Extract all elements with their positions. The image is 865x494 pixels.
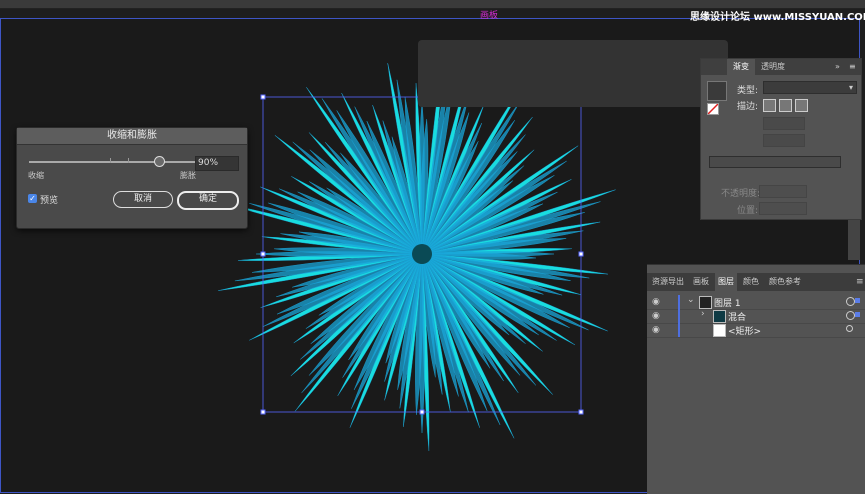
bloat-label: 膨胀 bbox=[180, 171, 196, 180]
target-icon[interactable] bbox=[846, 297, 855, 306]
slider-thumb[interactable] bbox=[153, 156, 165, 167]
position-label: 位置: bbox=[737, 206, 759, 216]
tab-asset-export[interactable]: 资源导出 bbox=[652, 273, 684, 291]
panel-menu-icon[interactable]: ≡ bbox=[849, 59, 856, 75]
opacity-label: 不透明度: bbox=[721, 189, 761, 199]
layers-panel: 资源导出 画板 图层 颜色 颜色参考 ≡ ◉ ⌄ 图层 1 ◉ › 混合 ◉ <… bbox=[647, 264, 865, 494]
layer-thumbnail bbox=[713, 324, 726, 337]
pucker-bloat-dialog: 收缩和膨胀 90% 收缩 膨胀 ✓ 预览 取消 确定 bbox=[16, 127, 248, 229]
tooltip-overlay bbox=[418, 40, 728, 107]
target-icon[interactable] bbox=[846, 311, 855, 320]
slider-value-field[interactable]: 90% bbox=[195, 156, 239, 171]
burst-center bbox=[412, 244, 432, 264]
panel-menu-icon[interactable]: ≡ bbox=[856, 273, 864, 291]
scrollbar[interactable] bbox=[848, 220, 860, 260]
tab-color[interactable]: 颜色 bbox=[743, 273, 759, 291]
visibility-eye-icon[interactable]: ◉ bbox=[652, 297, 660, 307]
layers-panel-tabs: 资源导出 画板 图层 颜色 颜色参考 ≡ bbox=[647, 273, 865, 291]
layer-row[interactable]: ◉ ⌄ 图层 1 bbox=[647, 295, 865, 310]
layer-thumbnail bbox=[713, 310, 726, 323]
stroke-along-icon[interactable] bbox=[779, 99, 792, 112]
selection-indicator[interactable] bbox=[855, 298, 860, 303]
opacity-field[interactable] bbox=[759, 185, 807, 198]
stroke-within-icon[interactable] bbox=[763, 99, 776, 112]
tab-layers[interactable]: 图层 bbox=[715, 273, 737, 291]
gradient-panel: 渐变 透明度 » ≡ 类型: ▾ 描边: 不透明度: 位置: bbox=[700, 58, 862, 220]
selection-handle[interactable] bbox=[260, 251, 266, 257]
layer-color-bar bbox=[678, 309, 680, 323]
type-label: 类型: bbox=[737, 86, 759, 96]
layer-name[interactable]: 混合 bbox=[728, 310, 746, 323]
none-swatch-icon[interactable] bbox=[707, 103, 719, 115]
watermark: 思缘设计论坛 www.MISSYUAN.COM bbox=[690, 12, 865, 23]
visibility-eye-icon[interactable]: ◉ bbox=[652, 325, 660, 335]
stroke-label: 描边: bbox=[737, 102, 759, 112]
visibility-eye-icon[interactable]: ◉ bbox=[652, 311, 660, 321]
position-field[interactable] bbox=[759, 202, 807, 215]
layer-name[interactable]: 图层 1 bbox=[714, 296, 741, 309]
dialog-title: 收缩和膨胀 bbox=[17, 128, 247, 145]
tab-artboards[interactable]: 画板 bbox=[693, 273, 709, 291]
selection-handle[interactable] bbox=[260, 409, 266, 415]
cancel-button[interactable]: 取消 bbox=[113, 191, 173, 208]
selection-handle[interactable] bbox=[419, 409, 425, 415]
slider-tick bbox=[110, 158, 111, 163]
target-icon[interactable] bbox=[846, 325, 853, 332]
blend-petals bbox=[218, 47, 616, 451]
shrink-label: 收缩 bbox=[28, 171, 44, 180]
selection-handle[interactable] bbox=[578, 409, 584, 415]
collapse-icon[interactable]: » bbox=[835, 59, 840, 75]
gradient-slider-bar[interactable] bbox=[709, 156, 841, 168]
slider-tick bbox=[128, 158, 129, 163]
gradient-type-select[interactable]: ▾ bbox=[763, 81, 857, 94]
selection-handle[interactable] bbox=[578, 251, 584, 257]
expand-chevron-icon[interactable]: ⌄ bbox=[687, 295, 695, 305]
layer-color-bar bbox=[678, 323, 680, 337]
tab-transparency[interactable]: 透明度 bbox=[761, 59, 785, 75]
slider-track[interactable] bbox=[29, 161, 207, 163]
selection-indicator[interactable] bbox=[855, 312, 860, 317]
ok-button[interactable]: 确定 bbox=[177, 191, 239, 210]
tab-color-guide[interactable]: 颜色参考 bbox=[769, 273, 801, 291]
preview-checkbox[interactable]: ✓ bbox=[28, 194, 37, 203]
angle-field[interactable] bbox=[763, 117, 805, 130]
preview-label: 预览 bbox=[40, 196, 59, 206]
selection-handle[interactable] bbox=[260, 94, 266, 100]
layer-row[interactable]: ◉ › 混合 bbox=[647, 309, 865, 324]
expand-chevron-icon[interactable]: › bbox=[701, 309, 705, 319]
aspect-ratio-field[interactable] bbox=[763, 134, 805, 147]
layer-color-bar bbox=[678, 295, 680, 309]
gradient-swatch[interactable] bbox=[707, 81, 727, 101]
layer-thumbnail bbox=[699, 296, 712, 309]
gradient-panel-tabs: 渐变 透明度 » ≡ bbox=[701, 59, 861, 75]
layer-name[interactable]: <矩形> bbox=[728, 324, 761, 337]
stroke-across-icon[interactable] bbox=[795, 99, 808, 112]
tab-gradient[interactable]: 渐变 bbox=[727, 59, 755, 75]
layer-row[interactable]: ◉ <矩形> bbox=[647, 323, 865, 338]
